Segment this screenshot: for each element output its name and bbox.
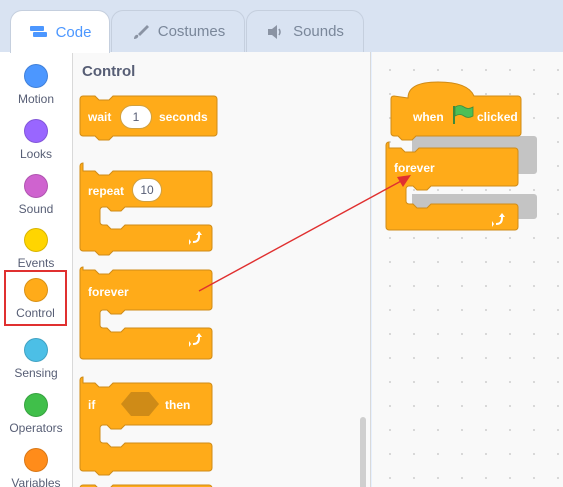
repeat-label: repeat: [88, 184, 125, 198]
if-label: if: [88, 398, 96, 412]
category-menu: Motion Looks Sound Events Control Sensin…: [0, 52, 73, 487]
palette-scrollbar[interactable]: [360, 417, 366, 487]
operators-color-dot: [24, 393, 48, 417]
category-variables[interactable]: Variables: [4, 442, 68, 487]
tab-code-label: Code: [55, 23, 92, 41]
clicked-label: clicked: [477, 110, 518, 124]
tab-code[interactable]: Code: [10, 10, 110, 53]
repeat-count-input[interactable]: 10: [132, 178, 162, 202]
palette-blocks-canvas: [79, 95, 218, 487]
category-label: Motion: [17, 92, 55, 106]
variables-color-dot: [24, 448, 48, 472]
if-then-block[interactable]: [79, 376, 213, 476]
category-label: Operators: [9, 421, 63, 435]
then-label: then: [165, 398, 191, 412]
category-sensing[interactable]: Sensing: [4, 332, 68, 386]
sensing-color-dot: [24, 338, 48, 362]
category-label: Control: [16, 306, 55, 320]
category-control[interactable]: Control: [4, 270, 67, 326]
events-color-dot: [24, 228, 48, 252]
motion-color-dot: [24, 64, 48, 88]
category-label: Variables: [11, 476, 61, 487]
brush-icon: [131, 24, 151, 40]
category-label: Sensing: [14, 366, 58, 380]
script-canvas: [385, 81, 537, 231]
script-area[interactable]: when clicked forever: [372, 52, 563, 487]
code-icon: [29, 24, 49, 40]
dragged-forever-block[interactable]: [385, 141, 519, 231]
control-color-dot: [23, 278, 48, 302]
when-label: when: [413, 110, 444, 124]
looks-color-dot: [24, 119, 48, 143]
speaker-icon: [266, 24, 286, 40]
tab-sounds-label: Sounds: [293, 23, 344, 40]
tab-costumes-label: Costumes: [157, 23, 226, 40]
wait-label: wait: [88, 110, 112, 124]
sound-color-dot: [24, 174, 48, 198]
category-events[interactable]: Events: [4, 222, 68, 276]
editor-tab-bar: Code Costumes Sounds: [0, 0, 563, 53]
wait-seconds-input[interactable]: 1: [120, 105, 152, 129]
category-looks[interactable]: Looks: [4, 113, 68, 167]
category-motion[interactable]: Motion: [4, 58, 68, 112]
forever-block[interactable]: [79, 266, 213, 360]
tab-costumes[interactable]: Costumes: [111, 10, 245, 52]
category-label: Events: [17, 256, 55, 270]
category-operators[interactable]: Operators: [4, 387, 68, 441]
block-palette: Control wait 1 seconds repeat 10 forever…: [73, 52, 371, 487]
wait-unit-label: seconds: [159, 110, 208, 124]
repeat-block[interactable]: [79, 162, 213, 256]
tab-sounds[interactable]: Sounds: [246, 10, 364, 52]
category-sound[interactable]: Sound: [4, 168, 68, 222]
category-label: Sound: [18, 202, 54, 216]
forever-label: forever: [88, 285, 129, 299]
category-label: Looks: [19, 147, 53, 161]
script-forever-label: forever: [394, 161, 435, 175]
